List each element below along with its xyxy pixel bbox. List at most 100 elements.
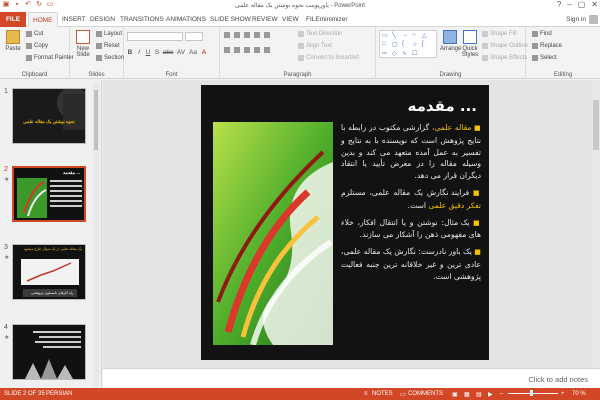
zoom-in-icon[interactable]: + (561, 391, 565, 397)
bracket-shape-icon[interactable]: [ (422, 41, 424, 47)
slide-body-text[interactable]: ■ مقاله علمی، گزارشی مکتوب در رابطه با ن… (341, 122, 481, 288)
reset-button[interactable]: Reset (96, 43, 120, 49)
triangle-shape-icon[interactable]: △ (422, 32, 427, 39)
convert-smartart-button[interactable]: Convert to SmartArt (298, 55, 359, 61)
tab-transitions[interactable]: TRANSITIONS (116, 12, 168, 27)
normal-view-icon[interactable]: ▣ (452, 391, 458, 398)
copy-button[interactable]: Copy (26, 43, 48, 49)
reading-view-icon[interactable]: ▤ (476, 391, 482, 398)
italic-button[interactable]: I (135, 49, 143, 56)
paste-button[interactable]: Paste (2, 30, 24, 52)
align-right-icon[interactable] (244, 47, 250, 53)
bold-button[interactable]: B (126, 49, 134, 56)
select-button[interactable]: Select (532, 55, 557, 61)
maximize-button[interactable]: ▢ (578, 0, 586, 9)
slide-artwork[interactable] (213, 122, 333, 345)
zoom-slider[interactable] (508, 393, 558, 394)
thumbnail-title: مقدمه ... (63, 170, 80, 175)
diamond-shape-icon[interactable]: ◇ (392, 50, 397, 57)
scrollbar-thumb[interactable] (94, 90, 98, 150)
align-text-button[interactable]: Align Text (298, 43, 332, 49)
oval-shape-icon[interactable]: ○ (412, 32, 416, 38)
cut-button[interactable]: Cut (26, 31, 43, 37)
quick-styles-button[interactable]: Quick Styles (460, 30, 480, 58)
editor-scrollbar[interactable] (592, 80, 600, 368)
section-button[interactable]: Section (96, 55, 124, 61)
comments-toggle[interactable]: COMMENTS (408, 391, 443, 397)
replace-button[interactable]: Replace (532, 43, 562, 49)
avatar[interactable] (589, 15, 598, 24)
current-slide[interactable]: مقدمه ... ■ مقاله علمی، گزارشی مکتوب در … (201, 85, 489, 360)
tab-animations[interactable]: ANIMATIONS (162, 12, 210, 27)
arrow-right-shape-icon[interactable]: ⇨ (382, 50, 387, 57)
numbering-icon[interactable] (234, 32, 240, 38)
tab-view[interactable]: VIEW (278, 12, 303, 27)
language-indicator[interactable]: PERSIAN (46, 391, 72, 397)
arrange-button[interactable]: Arrange (440, 30, 461, 52)
shape-effects-button[interactable]: Shape Effects (482, 55, 527, 61)
bullets-icon[interactable] (224, 32, 230, 38)
tab-home[interactable]: HOME (28, 12, 58, 27)
align-left-icon[interactable] (224, 47, 230, 53)
thumbnail-image (13, 325, 85, 379)
justify-icon[interactable] (254, 47, 260, 53)
arrow-shape-icon[interactable]: → (402, 32, 408, 38)
align-center-icon[interactable] (234, 47, 240, 53)
slide-heading[interactable]: مقدمه ... (408, 97, 477, 115)
slide-thumbnail-4[interactable] (12, 324, 86, 380)
brace-shape-icon[interactable]: { (402, 41, 404, 47)
tab-fileminimizer[interactable]: FILEminimizer (302, 12, 352, 27)
callout-shape-icon[interactable]: ☐ (412, 50, 417, 57)
rectangle-shape-icon[interactable]: ▭ (382, 32, 388, 39)
minimize-button[interactable]: – (567, 0, 571, 9)
text-direction-button[interactable]: Text Direction (298, 31, 342, 37)
thumbnail-scrollbar[interactable] (93, 82, 99, 386)
animation-star-icon: ★ (4, 335, 10, 341)
tab-design[interactable]: DESIGN (86, 12, 119, 27)
notes-toggle[interactable]: NOTES (372, 391, 393, 397)
slide-thumbnail-3[interactable]: یک مقاله علمی از یک سوال طرح میشود راه ک… (12, 244, 86, 300)
shape-outline-button[interactable]: Shape Outline (482, 43, 528, 49)
change-case-button[interactable]: Aa (188, 49, 198, 56)
tab-insert[interactable]: INSERT (58, 12, 90, 27)
find-button[interactable]: Find (532, 31, 552, 37)
slide-thumbnail-2[interactable]: مقدمه ... (12, 166, 86, 222)
columns-icon[interactable] (264, 47, 270, 53)
square-shape-icon[interactable]: □ (382, 41, 386, 47)
slideshow-icon[interactable]: ▶ (488, 391, 493, 398)
shadow-button[interactable]: S (153, 49, 161, 56)
decrease-indent-icon[interactable] (244, 32, 250, 38)
strikethrough-button[interactable]: abc (162, 49, 174, 56)
character-spacing-button[interactable]: AV (176, 49, 186, 56)
line-spacing-icon[interactable] (264, 32, 270, 38)
line-shape-icon[interactable]: ╲ (392, 32, 396, 39)
new-slide-button[interactable]: New Slide (72, 30, 94, 58)
shape-fill-button[interactable]: Shape Fill (482, 31, 517, 37)
slide-thumbnail-1[interactable]: نحوه نوشتن یک مقاله علمی (12, 88, 86, 144)
underline-button[interactable]: U (144, 49, 152, 56)
format-painter-button[interactable]: Format Painter (26, 55, 74, 61)
zoom-out-icon[interactable]: – (500, 391, 503, 397)
font-size-dropdown[interactable] (185, 32, 203, 41)
tab-review[interactable]: REVIEW (248, 12, 282, 27)
font-color-button[interactable]: A (200, 49, 208, 56)
tab-file[interactable]: FILE (0, 12, 26, 27)
rounded-rect-shape-icon[interactable]: ▢ (392, 41, 398, 48)
help-button[interactable]: ? (557, 0, 561, 9)
bullet-square-icon: ■ (471, 248, 481, 257)
zoom-level[interactable]: 70 % (572, 391, 586, 397)
close-button[interactable]: ✕ (591, 0, 598, 9)
slide-sorter-icon[interactable]: ▦ (464, 391, 470, 398)
increase-indent-icon[interactable] (254, 32, 260, 38)
zoom-slider-thumb[interactable] (530, 390, 533, 396)
star-shape-icon[interactable]: ☆ (412, 41, 417, 48)
font-name-dropdown[interactable] (127, 32, 183, 41)
layout-button[interactable]: Layout (96, 31, 122, 37)
quick-styles-icon (463, 30, 477, 44)
bullet-paragraph-3: ■ یک مثال: نوشتن و یا انتقال افکار، خلاء… (341, 217, 481, 240)
sign-in-link[interactable]: Sign in (566, 16, 586, 23)
shapes-gallery[interactable]: ▭ ╲ → ○ △ □ ▢ { ☆ [ ⇨ ◇ ∿ ☐ (379, 30, 437, 58)
scrollbar-thumb[interactable] (593, 100, 599, 150)
curve-shape-icon[interactable]: ∿ (402, 50, 407, 57)
notes-pane[interactable]: Click to add notes (103, 368, 600, 388)
